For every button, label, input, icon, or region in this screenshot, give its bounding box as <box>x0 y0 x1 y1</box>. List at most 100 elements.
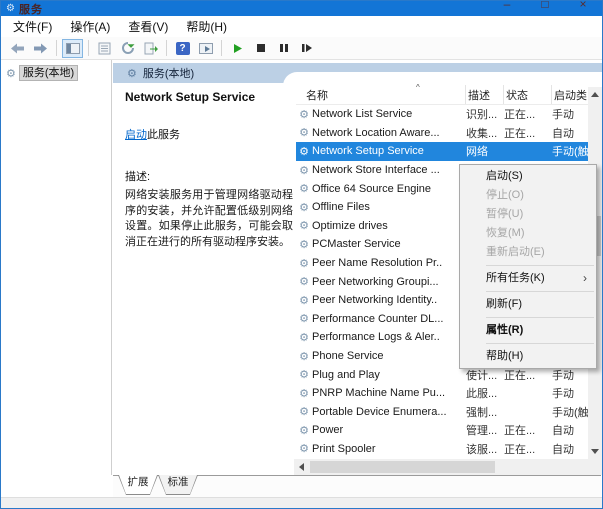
service-gear-icon: ⚙ <box>296 201 312 214</box>
scroll-up-icon[interactable] <box>588 87 602 102</box>
scroll-left-icon[interactable] <box>294 459 308 475</box>
start-service-link[interactable]: 启动 <box>125 129 147 141</box>
service-gear-icon: ⚙ <box>296 442 312 455</box>
export-list-icon[interactable] <box>140 39 161 58</box>
context-menu-item: 重新启动(E) <box>460 243 596 262</box>
menu-separator <box>486 343 594 344</box>
service-name-cell: Network Store Interface ... <box>312 164 466 176</box>
extended-info-panel: Network Setup Service 启动此服务 描述: 网络安装服务用于… <box>125 90 285 250</box>
stop-service-icon[interactable] <box>250 39 271 58</box>
console-tree-pane: ⚙ 服务(本地) <box>1 60 112 491</box>
context-menu: 启动(S)停止(O)暂停(U)恢复(M)重新启动(E)所有任务(K)›刷新(F)… <box>459 164 597 369</box>
service-name-cell: Optimize drives <box>312 220 466 232</box>
service-name-cell: Office 64 Source Engine <box>312 183 466 195</box>
service-row[interactable]: ⚙Power管理...正在...自动 <box>296 421 588 440</box>
service-name-cell: Performance Logs & Aler.. <box>312 331 466 343</box>
service-name-cell: Print Spooler <box>312 443 466 455</box>
menu-item[interactable]: 操作(A) <box>61 16 119 37</box>
tree-item-services-local[interactable]: ⚙ 服务(本地) <box>6 65 111 81</box>
start-service-icon[interactable] <box>227 39 248 58</box>
services-window: ⚙ 服务 – □ × 文件(F)操作(A)查看(V)帮助(H) ? <box>0 0 603 509</box>
column-header-status[interactable]: 状态 <box>504 85 552 104</box>
close-button[interactable]: × <box>568 1 598 11</box>
service-description: 网络安装服务用于管理网络驱动程序的安装，并允许配置低级别网络设置。如果停止此服务… <box>125 188 293 250</box>
context-menu-item: 恢复(M) <box>460 224 596 243</box>
service-name-cell: PNRP Machine Name Pu... <box>312 387 466 399</box>
forward-icon[interactable] <box>30 39 51 58</box>
column-header-startup-type[interactable]: 启动类 <box>552 85 588 104</box>
service-name-cell: Power <box>312 424 466 436</box>
context-menu-item[interactable]: 启动(S) <box>460 167 596 186</box>
service-name-cell: Peer Networking Identity.. <box>312 294 466 306</box>
context-menu-item: 停止(O) <box>460 186 596 205</box>
service-gear-icon: ⚙ <box>296 350 312 363</box>
start-service-suffix: 此服务 <box>147 129 180 141</box>
menu-item[interactable]: 文件(F) <box>4 16 61 37</box>
service-startup-cell: 手动 <box>552 385 588 401</box>
service-name-cell: Peer Networking Groupi... <box>312 276 466 288</box>
context-menu-item[interactable]: 刷新(F) <box>460 295 596 314</box>
column-header-description[interactable]: 描述 <box>466 85 504 104</box>
status-bar <box>1 497 602 509</box>
horizontal-scrollbar-thumb[interactable] <box>310 461 495 473</box>
show-action-pane-icon[interactable] <box>195 39 216 58</box>
service-gear-icon: ⚙ <box>296 164 312 177</box>
window-title: 服务 <box>19 1 43 16</box>
horizontal-scrollbar[interactable] <box>294 459 588 475</box>
pause-service-icon[interactable] <box>273 39 294 58</box>
refresh-icon[interactable] <box>117 39 138 58</box>
menu-item[interactable]: 帮助(H) <box>177 16 236 37</box>
context-menu-item[interactable]: 所有任务(K)› <box>460 269 596 288</box>
service-description-cell: 强制... <box>466 404 504 420</box>
left-pane-footer <box>1 475 113 491</box>
service-gear-icon: ⚙ <box>296 108 312 121</box>
service-name-cell: Performance Counter DL... <box>312 313 466 325</box>
service-row[interactable]: ⚙Portable Device Enumera...强制...手动(触 <box>296 403 588 422</box>
toolbar-separator <box>166 40 167 56</box>
back-icon[interactable] <box>7 39 28 58</box>
service-gear-icon: ⚙ <box>296 238 312 251</box>
service-gear-icon: ⚙ <box>296 126 312 139</box>
service-name-cell: Network Setup Service <box>312 145 466 157</box>
menu-bar: 文件(F)操作(A)查看(V)帮助(H) <box>1 16 602 37</box>
tab-standard[interactable]: 标准 <box>158 475 198 495</box>
start-service-line: 启动此服务 <box>125 126 285 142</box>
tab-extended[interactable]: 扩展 <box>118 475 158 495</box>
service-gear-icon: ⚙ <box>296 405 312 418</box>
scrollbar-corner <box>588 459 602 475</box>
service-row[interactable]: ⚙PNRP Machine Name Pu...此服...手动 <box>296 384 588 403</box>
service-row[interactable]: ⚙Print Spooler该服...正在...自动 <box>296 440 588 459</box>
band-title: 服务(本地) <box>143 65 194 81</box>
service-gear-icon: ⚙ <box>296 387 312 400</box>
service-row[interactable]: ⚙Network Location Aware...收集...正在...自动 <box>296 124 588 143</box>
restart-service-icon[interactable] <box>296 39 317 58</box>
service-startup-cell: 自动 <box>552 422 588 438</box>
service-gear-icon: ⚙ <box>296 219 312 232</box>
service-name-cell: Offline Files <box>312 201 466 213</box>
column-header-name[interactable]: 名称 ^ <box>296 85 466 104</box>
service-row[interactable]: ⚙Network List Service识别...正在...手动 <box>296 105 588 124</box>
services-icon: ⚙ <box>127 67 137 80</box>
service-status-cell: 正在... <box>504 422 552 438</box>
menu-item[interactable]: 查看(V) <box>119 16 177 37</box>
service-gear-icon: ⚙ <box>296 312 312 325</box>
service-row[interactable]: ⚙Network Setup Service网络手动(触 <box>296 142 588 161</box>
service-description-cell: 使计... <box>466 367 504 383</box>
service-gear-icon: ⚙ <box>296 257 312 270</box>
context-menu-item[interactable]: 属性(R) <box>460 321 596 340</box>
service-startup-cell: 手动 <box>552 106 588 122</box>
minimize-button[interactable]: – <box>492 1 522 11</box>
service-gear-icon: ⚙ <box>296 368 312 381</box>
context-menu-item[interactable]: 帮助(H) <box>460 347 596 366</box>
show-console-tree-icon[interactable] <box>62 39 83 58</box>
properties-icon[interactable] <box>94 39 115 58</box>
title-bar[interactable]: ⚙ 服务 – □ × <box>1 1 602 16</box>
toolbar-separator <box>56 40 57 56</box>
help-icon[interactable]: ? <box>172 39 193 58</box>
maximize-button[interactable]: □ <box>530 1 560 11</box>
scroll-down-icon[interactable] <box>588 444 602 459</box>
submenu-arrow-icon: › <box>583 269 587 288</box>
service-gear-icon: ⚙ <box>296 424 312 437</box>
service-name-cell: Plug and Play <box>312 369 466 381</box>
menu-separator <box>486 265 594 266</box>
